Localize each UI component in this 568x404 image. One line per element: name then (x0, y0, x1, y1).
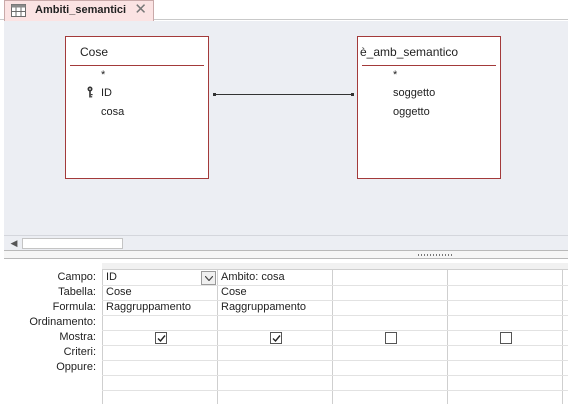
row-label-oppure: Oppure: (56, 361, 96, 373)
column-divider (562, 270, 563, 404)
relationship-line[interactable] (214, 94, 353, 95)
column-divider (102, 270, 103, 404)
row-label-campo: Campo: (57, 271, 96, 283)
row-label-criteri: Criteri: (63, 346, 96, 358)
primary-key-icon (87, 86, 93, 98)
field-cosa[interactable]: cosa (101, 106, 124, 118)
grid-cell-campo[interactable]: Ambito: cosa (221, 271, 285, 283)
show-checkbox[interactable] (155, 332, 167, 344)
show-checkbox[interactable] (500, 332, 512, 344)
field-all[interactable]: * (101, 69, 105, 81)
table-box-cose[interactable]: Cose * ID cosa (65, 36, 209, 179)
row-divider (102, 345, 568, 346)
relationship-endpoint (351, 93, 354, 96)
chevron-down-icon (205, 276, 213, 281)
grid-cell-campo[interactable]: ID (106, 271, 117, 283)
grid-cell-tabella[interactable]: Cose (221, 286, 247, 298)
checkmark-icon (157, 335, 166, 343)
query-icon (11, 4, 26, 17)
column-divider (447, 270, 448, 404)
tab-title: Ambiti_semantici (35, 4, 127, 16)
row-divider (102, 285, 568, 286)
table-title: è_amb_semantico (360, 45, 459, 59)
field-all[interactable]: * (393, 69, 397, 81)
table-box-e-amb-semantico[interactable]: è_amb_semantico * soggetto oggetto (357, 36, 501, 179)
table-design-area[interactable]: Cose * ID cosa è_amb_semantico * soggett… (4, 21, 568, 236)
row-divider (102, 315, 568, 316)
row-label-tabella: Tabella: (58, 286, 96, 298)
show-checkbox[interactable] (270, 332, 282, 344)
field-id[interactable]: ID (101, 87, 112, 99)
field-soggetto[interactable]: soggetto (393, 87, 435, 99)
row-divider (102, 360, 568, 361)
pane-splitter[interactable] (4, 250, 568, 259)
checkmark-icon (272, 335, 281, 343)
column-selector-strip[interactable] (102, 263, 568, 270)
row-label-ordinamento: Ordinamento: (29, 316, 96, 328)
document-tab-strip: Ambiti_semantici ✕ (0, 0, 568, 21)
grid-cell-formula[interactable]: Raggruppamento (221, 301, 306, 313)
row-label-formula: Formula: (52, 301, 96, 313)
query-design-grid: Campo: Tabella: Formula: Ordinamento: Mo… (4, 259, 568, 404)
splitter-grip[interactable] (418, 254, 453, 256)
show-checkbox[interactable] (385, 332, 397, 344)
query-tab[interactable]: Ambiti_semantici ✕ (4, 0, 154, 21)
row-divider (102, 390, 568, 391)
table-header-divider (362, 65, 496, 66)
column-divider (217, 270, 218, 404)
row-divider (102, 330, 568, 331)
grid-cell-tabella[interactable]: Cose (106, 286, 132, 298)
row-divider (102, 375, 568, 376)
grid-cell-formula[interactable]: Raggruppamento (106, 301, 191, 313)
table-title: Cose (80, 45, 109, 59)
horizontal-scrollbar[interactable]: ◀ (4, 235, 568, 250)
table-header-divider (70, 65, 204, 66)
field-dropdown-button[interactable] (201, 271, 216, 285)
close-icon[interactable]: ✕ (134, 2, 147, 18)
scrollbar-thumb[interactable] (22, 238, 123, 249)
field-oggetto[interactable]: oggetto (393, 106, 430, 118)
row-label-mostra: Mostra: (59, 331, 96, 343)
column-divider (332, 270, 333, 404)
relationship-endpoint (213, 93, 216, 96)
scroll-left-icon[interactable]: ◀ (7, 238, 21, 249)
